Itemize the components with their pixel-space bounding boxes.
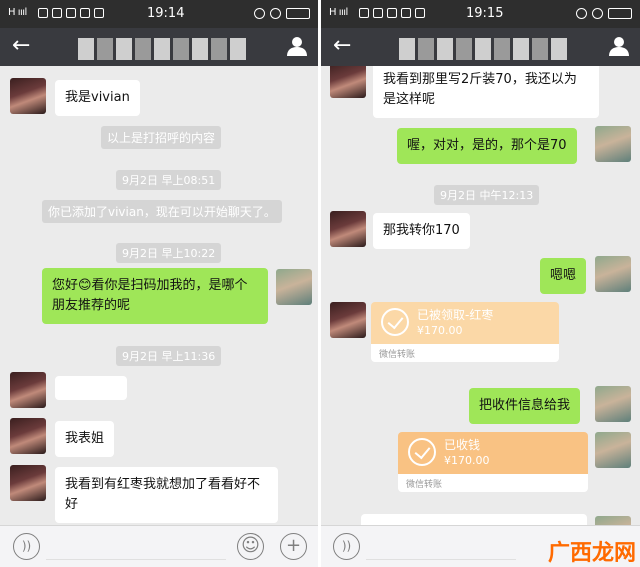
contact-name-blurred <box>399 38 567 60</box>
input-bar: )) ☺ + <box>0 525 318 567</box>
avatar[interactable] <box>595 126 631 162</box>
chat-area: 我看到那里写2斤装70，我还以为是这样呢 喔，对对，是的，那个是70 9月2日 … <box>321 66 640 525</box>
transfer-footer: 微信转账 <box>398 474 588 492</box>
wifi-icon <box>270 8 281 19</box>
transfer-footer: 微信转账 <box>371 344 559 362</box>
message-bubble[interactable]: 嗯嗯 <box>540 258 587 294</box>
notification-icons <box>38 8 104 18</box>
alarm-icon <box>576 8 587 19</box>
avatar[interactable] <box>10 418 46 454</box>
voice-icon[interactable]: )) <box>333 533 360 560</box>
wifi-icon <box>592 8 603 19</box>
message-bubble[interactable]: 喔，对对，是的，那个是70 <box>397 128 577 164</box>
transfer-card-body: 已被领取-红枣 ¥170.00 <box>371 302 559 344</box>
message-bubble[interactable]: 我表姐 <box>55 421 115 457</box>
timestamp: 9月2日 早上08:51 <box>116 170 222 190</box>
message-bubble-partial[interactable] <box>361 514 587 525</box>
system-icons <box>576 8 632 19</box>
watermark: 广西龙网 <box>547 541 636 566</box>
text-input-line[interactable] <box>366 559 516 560</box>
status-time: 19:15 <box>466 6 504 21</box>
message-bubble[interactable]: 我看到那里写2斤装70，我还以为是这样呢 <box>373 66 599 118</box>
voice-icon[interactable]: )) <box>13 533 40 560</box>
person-icon[interactable] <box>608 35 630 57</box>
avatar[interactable] <box>330 66 366 98</box>
message-bubble[interactable]: 那我转你170 <box>373 213 470 249</box>
timestamp: 9月2日 早上10:22 <box>116 243 222 263</box>
avatar[interactable] <box>10 465 46 501</box>
battery-icon <box>608 8 632 19</box>
system-icons <box>254 8 310 19</box>
check-circle-icon <box>381 308 409 336</box>
avatar[interactable] <box>595 256 631 292</box>
contact-name-blurred <box>78 38 246 60</box>
back-arrow-icon[interactable]: ← <box>333 34 351 58</box>
avatar[interactable] <box>10 372 46 408</box>
transfer-status: 已收钱 <box>444 438 481 452</box>
battery-icon <box>286 8 310 19</box>
plus-icon[interactable]: + <box>280 533 307 560</box>
title-bar: ← <box>0 28 318 66</box>
title-bar: ← <box>321 28 640 66</box>
notification-icons <box>359 8 425 18</box>
message-bubble[interactable]: 您好😊看你是扫码加我的，是哪个朋友推荐的呢 <box>42 268 268 324</box>
message-bubble[interactable]: 我看到有红枣我就想加了看看好不好 <box>55 467 278 523</box>
message-bubble[interactable]: 把收件信息给我 <box>469 388 581 424</box>
system-message: 你已添加了vivian，现在可以开始聊天了。 <box>42 200 282 223</box>
status-time: 19:14 <box>147 6 185 21</box>
avatar[interactable] <box>276 269 312 305</box>
avatar[interactable] <box>595 386 631 422</box>
alarm-icon <box>254 8 265 19</box>
avatar[interactable] <box>595 516 631 525</box>
transfer-card-body: 已收钱 ¥170.00 <box>398 432 588 474</box>
left-chat-screen: H ıııl 19:14 ← 我是vivian 以上是打招呼的内容 9月2日 早… <box>0 0 318 567</box>
message-bubble[interactable]: 我是vivian <box>55 80 140 116</box>
transfer-status: 已被领取-红枣 <box>417 308 494 322</box>
back-arrow-icon[interactable]: ← <box>12 34 30 58</box>
avatar[interactable] <box>330 302 366 338</box>
avatar[interactable] <box>10 78 46 114</box>
status-bar: H ıııl 19:15 <box>321 0 640 28</box>
person-icon[interactable] <box>286 35 308 57</box>
chat-area: 我是vivian 以上是打招呼的内容 9月2日 早上08:51 你已添加了viv… <box>0 66 318 525</box>
system-message: 以上是打招呼的内容 <box>101 126 222 149</box>
transfer-amount: ¥170.00 <box>444 454 490 467</box>
status-bar: H ıııl 19:14 <box>0 0 318 28</box>
avatar[interactable] <box>595 432 631 468</box>
text-input-line[interactable] <box>46 559 226 560</box>
transfer-card[interactable]: 已被领取-红枣 ¥170.00 微信转账 <box>371 302 559 362</box>
carrier-signal: H ıııl <box>329 7 348 18</box>
check-circle-icon <box>408 438 436 466</box>
redacted-message-bubble[interactable] <box>55 376 127 400</box>
carrier-signal: H ıııl <box>8 7 27 18</box>
right-chat-screen: H ıııl 19:15 ← 我看到那里写2斤装70，我还以为是这样呢 喔，对对… <box>321 0 640 567</box>
emoji-icon[interactable]: ☺ <box>237 533 264 560</box>
avatar[interactable] <box>330 211 366 247</box>
timestamp: 9月2日 早上11:36 <box>116 346 222 366</box>
transfer-card[interactable]: 已收钱 ¥170.00 微信转账 <box>398 432 588 492</box>
transfer-amount: ¥170.00 <box>417 324 463 337</box>
timestamp: 9月2日 中午12:13 <box>434 185 540 205</box>
